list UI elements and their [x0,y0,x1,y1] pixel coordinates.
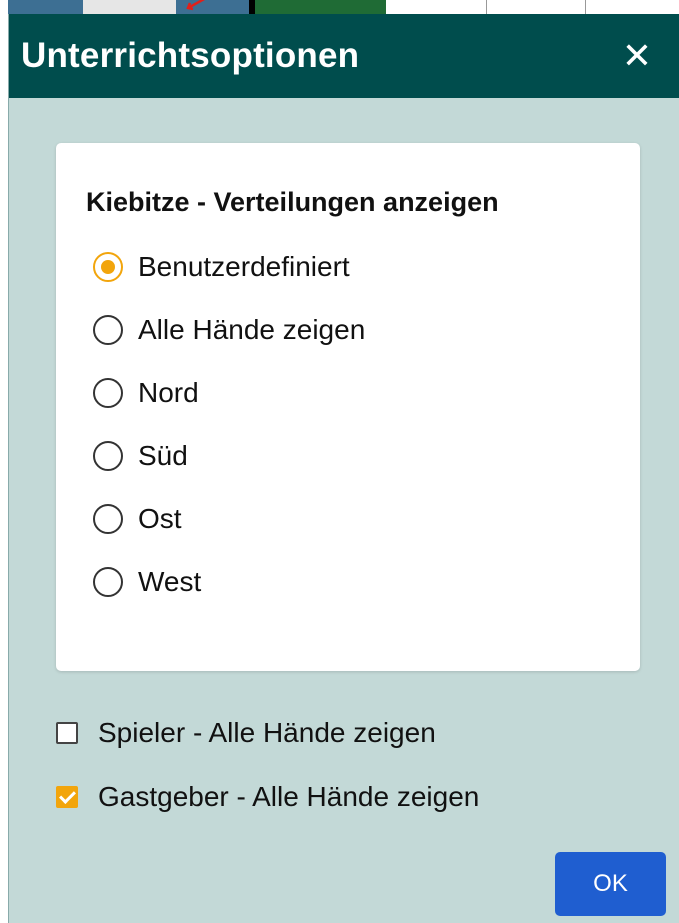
checkbox-label: Gastgeber - Alle Hände zeigen [98,781,480,812]
background-divider [585,0,586,14]
background-divider [486,0,487,14]
radio-label: Benutzerdefiniert [138,251,350,282]
checkbox-spieler-alle-haende[interactable]: Spieler - Alle Hände zeigen [56,713,436,753]
radio-button[interactable] [93,441,123,471]
radio-label: Nord [138,377,199,408]
radio-label: Ost [138,503,182,534]
checkbox-checked[interactable] [56,786,78,808]
background-segment [8,0,83,14]
window-edge [0,14,9,923]
radio-button[interactable] [93,378,123,408]
radio-sued[interactable]: Süd [93,436,188,476]
close-icon[interactable]: ✕ [615,34,659,78]
radio-ost[interactable]: Ost [93,499,182,539]
kiebitze-heading: Kiebitze - Verteilungen anzeigen [86,187,499,217]
dialog-title-bar: Unterrichtsoptionen ✕ [9,14,679,98]
red-arrow-icon [186,0,205,11]
dialog-title: Unterrichtsoptionen [21,36,360,75]
checkbox-label: Spieler - Alle Hände zeigen [98,717,436,748]
kiebitze-options-card: Kiebitze - Verteilungen anzeigen Benutze… [56,143,640,671]
background-segment [83,0,176,14]
radio-label: West [138,566,202,597]
radio-button[interactable] [93,504,123,534]
radio-button[interactable] [93,567,123,597]
radio-nord[interactable]: Nord [93,373,199,413]
radio-label: Süd [138,440,188,471]
ok-button[interactable]: OK [555,852,666,916]
background-segment [255,0,386,14]
checkbox[interactable] [56,722,78,744]
radio-west[interactable]: West [93,562,201,602]
checkbox-gastgeber-alle-haende[interactable]: Gastgeber - Alle Hände zeigen [56,777,479,817]
radio-button-checked[interactable] [93,252,123,282]
radio-benutzerdefiniert[interactable]: Benutzerdefiniert [93,247,350,287]
background-app-strip [0,0,679,14]
app-root: Unterrichtsoptionen ✕ Kiebitze - Verteil… [0,0,679,923]
radio-label: Alle Hände zeigen [138,314,366,345]
radio-button[interactable] [93,315,123,345]
radio-alle-haende[interactable]: Alle Hände zeigen [93,310,365,350]
